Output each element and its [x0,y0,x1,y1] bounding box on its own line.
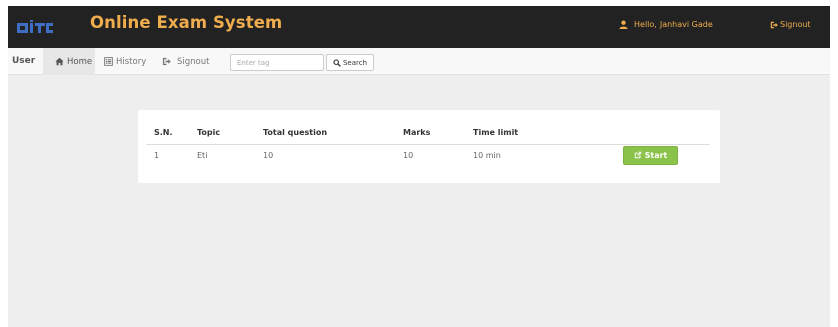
nav-brand-user[interactable]: User [12,56,35,66]
column-header-topic: Topic [197,122,263,145]
header-signout-label: Signout [780,20,811,29]
cell-total-question: 10 [263,150,274,160]
column-header-action [623,122,710,145]
greeting-text: Hello, [634,20,657,29]
start-button-label: Start [644,150,668,160]
nav-home-label: Home [67,56,93,67]
navbar: User Home History Signout Enter tag Sear… [8,48,830,75]
exam-table: S.N. Topic Total question Marks Time lim… [146,122,710,166]
user-icon [619,20,628,29]
tag-search-input[interactable] [230,54,324,71]
cell-action: Start [623,144,710,166]
table-header-row: S.N. Topic Total question Marks Time lim… [146,122,710,145]
app-frame: Online Exam System Hello, Janhavi Gade S… [8,6,830,327]
search-button[interactable]: Search [326,54,374,71]
search-icon [333,58,341,67]
app-title: Online Exam System [90,13,283,32]
column-header-marks: Marks [403,122,473,145]
top-header: Online Exam System Hello, Janhavi Gade S… [8,6,830,48]
nav-item-signout[interactable]: Signout [162,48,209,75]
user-greeting: Hello, Janhavi Gade [619,20,713,29]
table-row: 1 Eti 10 10 10 min Start [146,144,710,166]
user-name[interactable]: Janhavi Gade [660,20,713,29]
nav-item-history[interactable]: History [104,48,146,75]
column-header-sn: S.N. [146,122,197,145]
signout-icon [770,21,778,28]
search-button-label: Search [342,58,368,67]
header-signout-link[interactable]: Signout [770,20,811,29]
external-link-icon [634,152,641,159]
cell-topic: Eti [197,150,208,160]
column-header-time-limit: Time limit [473,122,623,145]
cell-sn: 1 [154,150,160,160]
college-logo-icon [17,20,53,33]
nav-item-home[interactable]: Home [43,48,95,75]
nav-history-label: History [116,56,147,67]
column-header-total-question: Total question [263,122,403,145]
signout-icon [162,57,171,66]
history-list-icon [104,57,113,66]
exam-panel: S.N. Topic Total question Marks Time lim… [138,110,720,183]
home-icon [55,57,64,66]
cell-marks: 10 [403,150,414,160]
cell-time-limit: 10 min [473,150,501,160]
nav-signout-label: Signout [177,56,210,67]
start-exam-button[interactable]: Start [623,145,678,165]
